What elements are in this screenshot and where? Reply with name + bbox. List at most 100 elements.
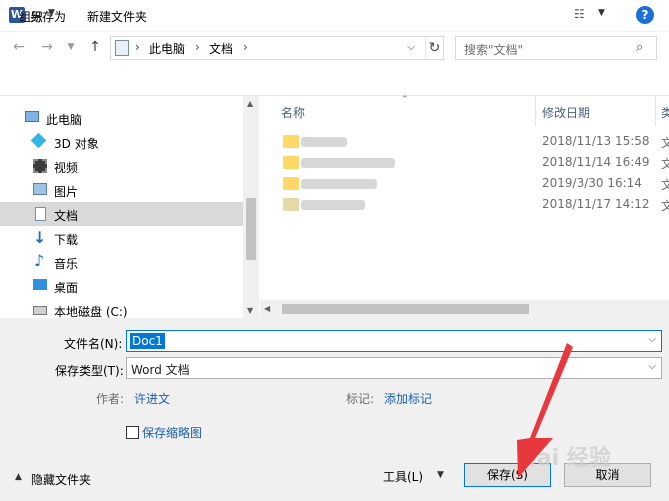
filename-label: 文件名(N): <box>64 337 123 351</box>
file-date: 2019/3/30 16:14 <box>542 176 642 190</box>
file-row[interactable]: 2018/11/13 15:58 文 <box>260 131 669 152</box>
blurred-filename <box>301 137 347 147</box>
file-row[interactable]: 2018/11/14 16:49 文 <box>260 152 669 173</box>
breadcrumb-this-pc[interactable]: 此电脑 <box>149 40 185 57</box>
nav-item-music[interactable]: ♪ 音乐 <box>0 250 243 274</box>
scroll-left-icon[interactable]: ◀ <box>264 304 270 313</box>
column-header-name[interactable]: 名称 <box>281 104 305 121</box>
sort-indicator-icon: ⌃ <box>401 95 409 105</box>
picture-icon <box>33 183 47 195</box>
scroll-up-icon[interactable]: ▲ <box>247 99 253 108</box>
folder-icon <box>283 135 299 148</box>
hscroll-thumb[interactable] <box>282 304 529 314</box>
breadcrumb-separator-icon: › <box>135 40 140 54</box>
nav-item-pictures[interactable]: 图片 <box>0 178 243 202</box>
search-input[interactable]: 搜索"文档" <box>464 41 523 58</box>
nav-item-local-disk[interactable]: 本地磁盘 (C:) <box>0 298 243 318</box>
nav-label: 桌面 <box>54 281 79 295</box>
file-date: 2018/11/17 14:12 <box>542 197 650 211</box>
navigation-pane: 此电脑 3D 对象 视频 图片 文档 ↓ 下载 ♪ 音乐 桌面 本地磁盘 (C:… <box>0 96 259 318</box>
drive-icon <box>33 306 47 315</box>
command-bar <box>0 66 669 96</box>
nav-item-downloads[interactable]: ↓ 下载 <box>0 226 243 250</box>
nav-item-desktop[interactable]: 桌面 <box>0 274 243 298</box>
refresh-icon[interactable]: ↻ <box>425 37 443 59</box>
filetype-select[interactable]: Word 文档 ⌵ <box>126 357 662 379</box>
file-type: 文 <box>661 199 669 213</box>
organize-menu[interactable]: 组织 <box>19 8 43 25</box>
address-bar[interactable]: › 此电脑 › 文档 › ⌵ ↻ <box>110 36 444 60</box>
video-icon <box>33 159 47 173</box>
watermark: Bai 经验 <box>520 446 611 471</box>
nav-label: 视频 <box>54 161 79 175</box>
nav-label: 本地磁盘 (C:) <box>54 305 128 318</box>
location-icon <box>115 40 129 56</box>
music-icon: ♪ <box>34 251 45 270</box>
tags-label: 标记: <box>346 392 375 406</box>
chevron-down-icon[interactable]: ▼ <box>48 8 55 18</box>
chevron-down-icon[interactable]: ⌵ <box>648 334 656 345</box>
chevron-up-icon[interactable]: ▲ <box>15 472 22 482</box>
back-arrow-icon[interactable]: ← <box>10 38 28 56</box>
file-type: 文 <box>661 178 669 192</box>
blurred-filename <box>301 200 365 210</box>
save-thumbnail-label[interactable]: 保存缩略图 <box>142 424 202 441</box>
filetype-label: 保存类型(T): <box>55 364 124 378</box>
breadcrumb-separator-icon: › <box>195 40 200 54</box>
column-divider <box>655 96 656 126</box>
hide-folders-toggle[interactable]: 隐藏文件夹 <box>31 471 91 488</box>
nav-label: 音乐 <box>54 257 79 271</box>
search-icon[interactable]: ⌕ <box>636 40 643 55</box>
scroll-down-icon[interactable]: ▼ <box>247 306 253 315</box>
filetype-value: Word 文档 <box>131 363 190 377</box>
nav-item-videos[interactable]: 视频 <box>0 154 243 178</box>
file-row[interactable]: 2019/3/30 16:14 文 <box>260 173 669 194</box>
filename-field[interactable]: Doc1 ⌵ <box>126 330 662 352</box>
author-value[interactable]: 许进文 <box>134 390 170 407</box>
computer-icon <box>25 111 39 122</box>
cube-icon <box>30 132 47 149</box>
file-date: 2018/11/13 15:58 <box>542 134 650 148</box>
document-icon <box>35 207 46 221</box>
folder-icon <box>283 198 299 211</box>
recent-locations-chevron-icon[interactable]: ▼ <box>62 38 80 56</box>
add-tags-link[interactable]: 添加标记 <box>384 390 432 407</box>
file-type: 文 <box>661 157 669 171</box>
tools-menu[interactable]: 工具(L) <box>383 468 423 485</box>
column-header-type[interactable]: 类 <box>661 104 669 121</box>
nav-item-this-pc[interactable]: 此电脑 <box>0 106 243 130</box>
forward-arrow-icon[interactable]: → <box>38 38 56 56</box>
chevron-down-icon[interactable]: ▼ <box>437 470 444 480</box>
breadcrumb-documents[interactable]: 文档 <box>209 40 233 57</box>
filename-input-value[interactable]: Doc1 <box>130 333 165 349</box>
nav-item-3d-objects[interactable]: 3D 对象 <box>0 130 243 154</box>
nav-label: 此电脑 <box>46 113 83 127</box>
nav-label: 3D 对象 <box>54 137 99 151</box>
search-box[interactable]: 搜索"文档" ⌕ <box>455 36 657 60</box>
new-folder-button[interactable]: 新建文件夹 <box>87 8 147 25</box>
help-icon[interactable]: ? <box>636 6 654 24</box>
view-options-icon[interactable]: ☷ <box>574 7 592 21</box>
address-dropdown-icon[interactable]: ⌵ <box>407 40 415 54</box>
author-label: 作者: <box>96 392 125 406</box>
nav-label: 下载 <box>54 233 79 247</box>
blurred-filename <box>301 179 377 189</box>
up-arrow-icon[interactable]: ↑ <box>86 38 104 56</box>
column-header-modified[interactable]: 修改日期 <box>542 104 590 121</box>
nav-label: 图片 <box>54 185 79 199</box>
nav-label: 文档 <box>54 209 79 223</box>
folder-icon <box>283 156 299 169</box>
file-row[interactable]: 2018/11/17 14:12 文 <box>260 194 669 215</box>
save-thumbnail-checkbox[interactable] <box>126 426 139 439</box>
download-icon: ↓ <box>33 228 47 247</box>
nav-scroll-thumb[interactable] <box>246 198 256 260</box>
nav-item-documents[interactable]: 文档 <box>0 202 243 226</box>
folder-icon <box>283 177 299 190</box>
file-type: 文 <box>661 136 669 150</box>
chevron-down-icon[interactable]: ▼ <box>598 8 605 18</box>
chevron-down-icon[interactable]: ⌵ <box>648 361 656 372</box>
blurred-filename <box>301 158 395 168</box>
breadcrumb-separator-icon: › <box>243 40 248 54</box>
column-divider <box>535 96 536 126</box>
desktop-icon <box>33 279 47 290</box>
